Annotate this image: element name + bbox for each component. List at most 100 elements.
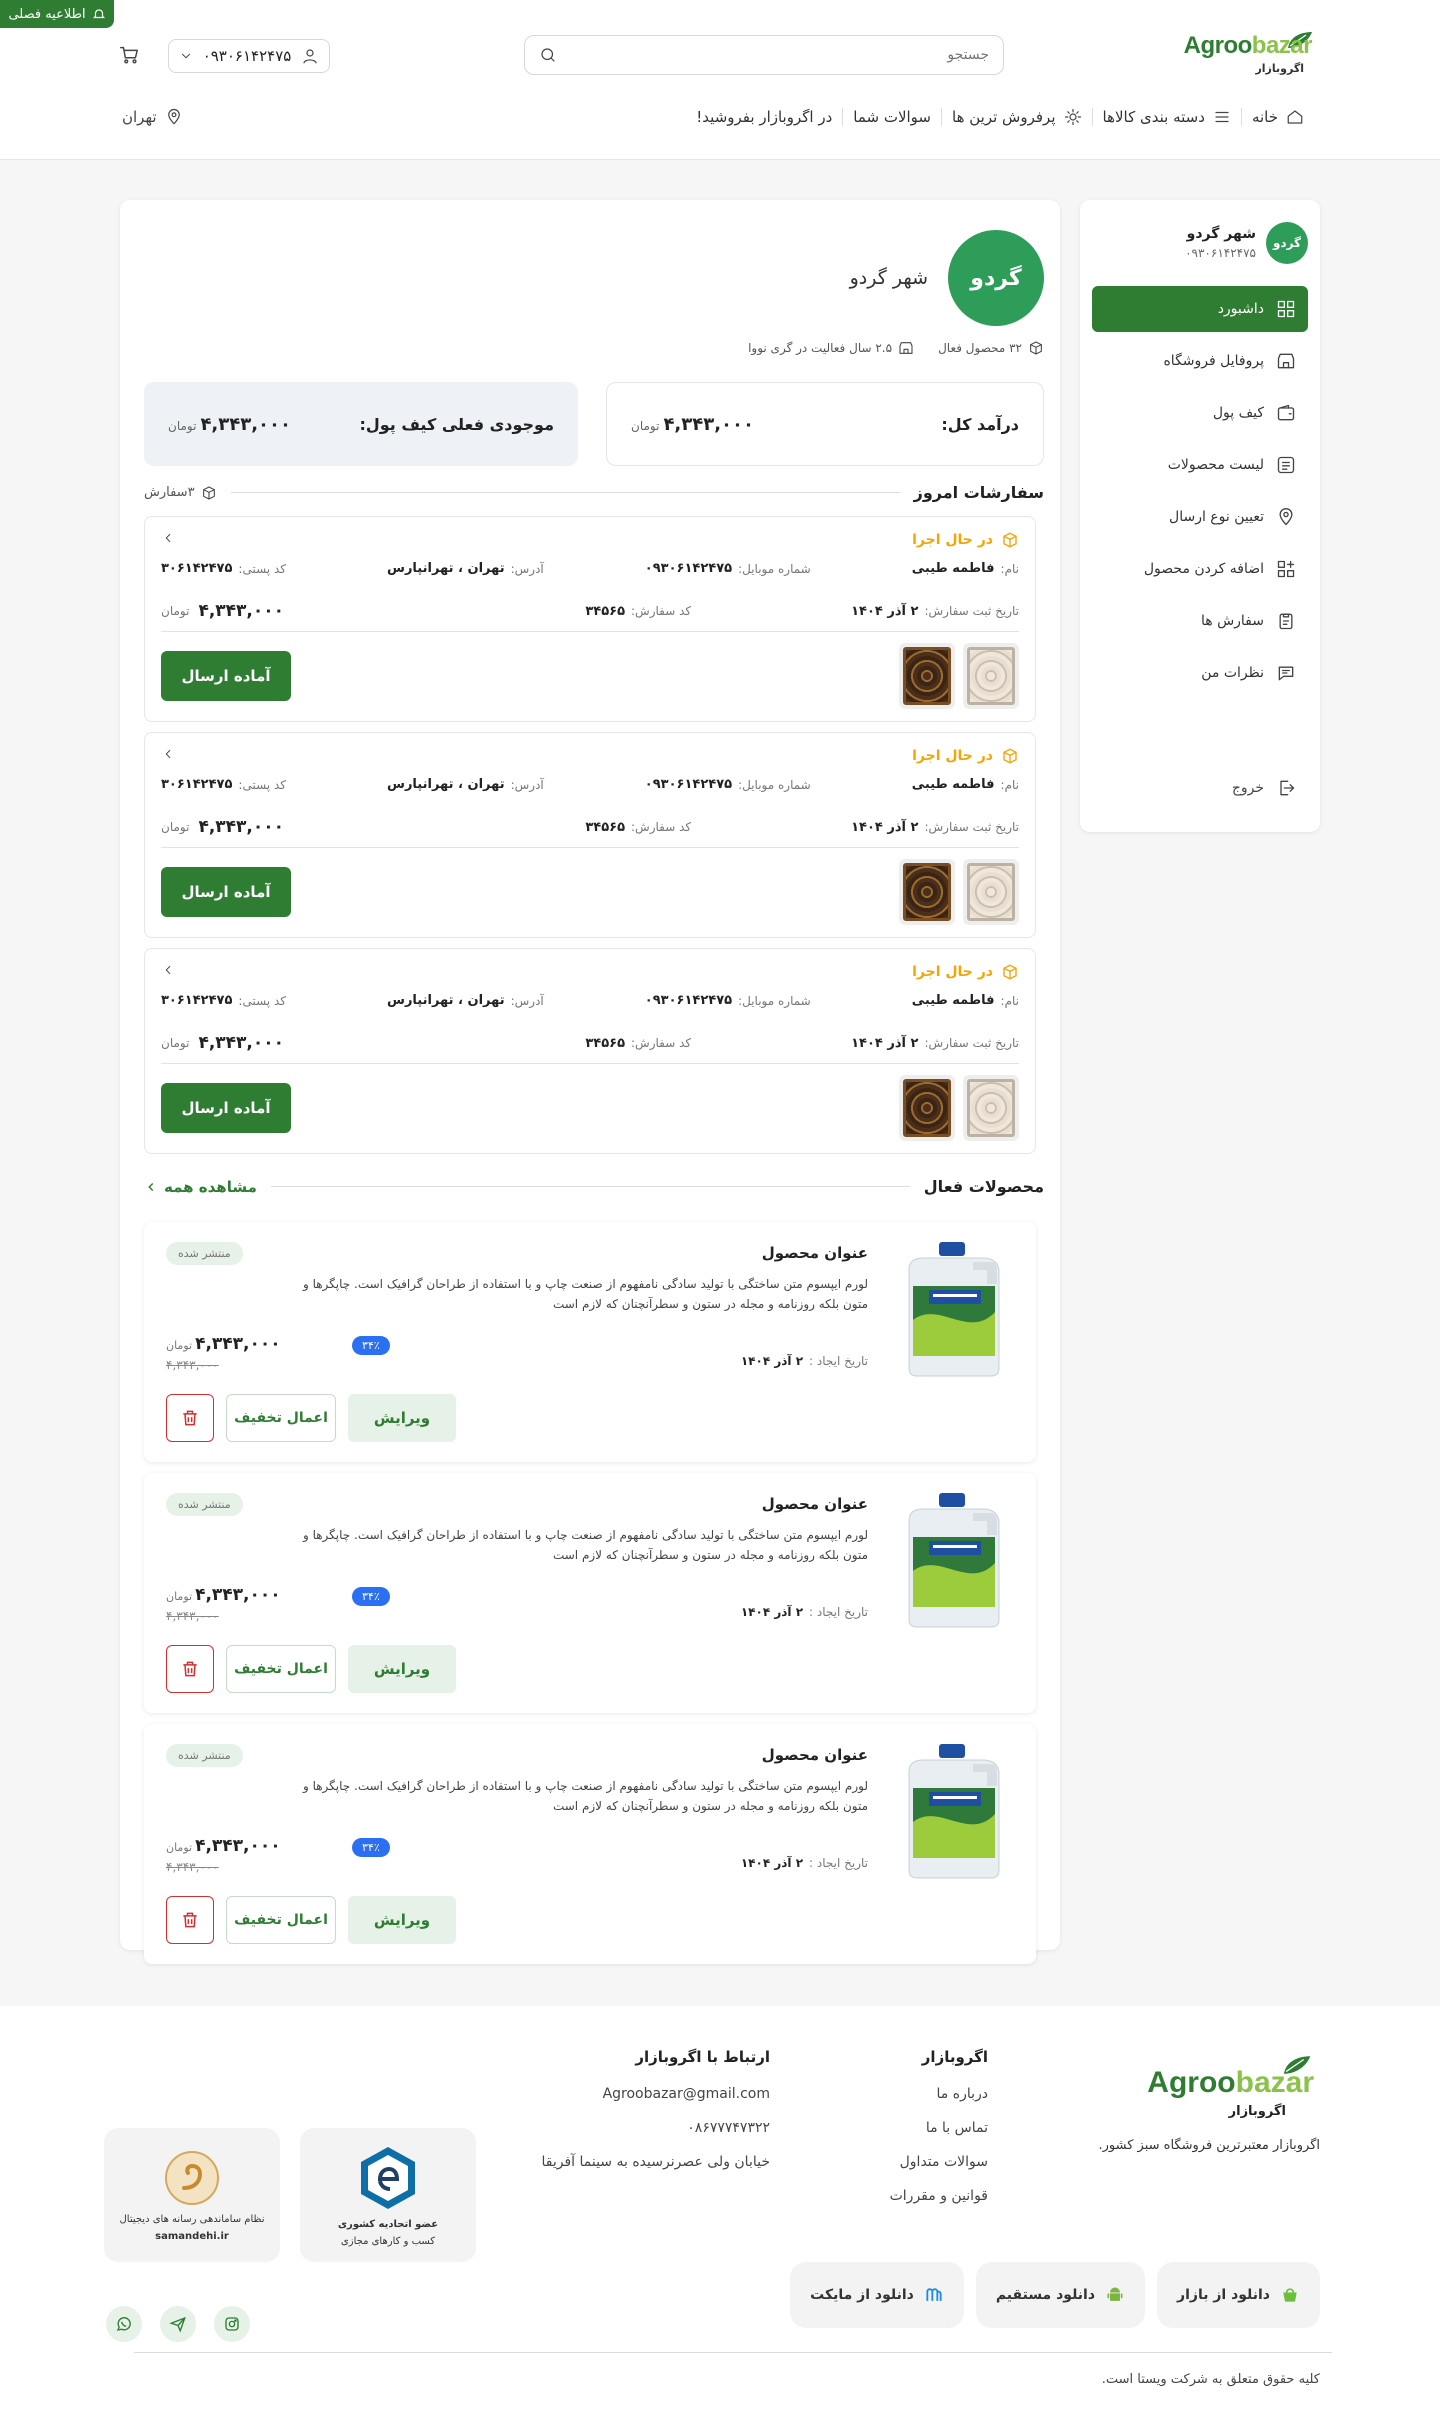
product-card[interactable]: عنوان محصول لورم ایپسوم متن ساختگی با تو… [144, 1724, 1036, 1964]
instagram-link[interactable] [214, 2306, 250, 2342]
apply-discount-button[interactable]: اعمال تخفیف [226, 1394, 336, 1442]
agroobazar-logo[interactable]: Agroobazar اگروبازار [1184, 30, 1314, 80]
bazaar-icon [1283, 2288, 1297, 2302]
download-direct-button[interactable]: دانلود مستقیم [975, 2262, 1146, 2328]
product-thumbnail[interactable] [963, 643, 1019, 709]
edit-product-button[interactable]: ویرایش [348, 1645, 456, 1693]
orders-count: ۳سفارش [144, 485, 217, 501]
footer-col-title: اگروبازار [921, 2048, 988, 2066]
footer-link-faq[interactable]: سوالات متداول [890, 2154, 988, 2170]
footer-logo[interactable]: Agroobazar اگروبازار [1147, 2056, 1314, 2122]
trash-icon [183, 1410, 197, 1426]
search-box[interactable] [524, 35, 1004, 75]
product-thumbnail[interactable] [963, 1075, 1019, 1141]
instagram-icon [225, 2317, 239, 2331]
footer-logo-text-fa: اگروبازار [1228, 2104, 1286, 2119]
order-customer: نام: فاطمه طیبی [911, 777, 1019, 792]
sidebar-item-add-product[interactable]: اضافه کردن محصول [1092, 546, 1308, 592]
delete-product-button[interactable] [166, 1394, 214, 1442]
nav-faq[interactable]: سوالات شما [842, 108, 941, 126]
download-myket-button[interactable]: دانلود از مایکت [790, 2262, 964, 2328]
sidebar-item-store-profile[interactable]: پروفایل فروشگاه [1092, 338, 1308, 384]
product-actions: اعمال تخفیف ویرایش [166, 1394, 456, 1442]
product-thumbnail[interactable] [899, 1075, 955, 1141]
footer-link-terms[interactable]: قوانین و مقررات [890, 2188, 988, 2204]
product-price: ۴,۳۴۳,۰۰۰تومان ۴,۳۴۳,۰۰۰ [166, 1334, 281, 1372]
footer-link-contact[interactable]: تماس با ما [890, 2120, 988, 2136]
product-thumbnail[interactable] [899, 1742, 1014, 1882]
sidebar-item-label: اضافه کردن محصول [1143, 561, 1264, 577]
order-customer: نام: فاطمه طیبی [911, 561, 1019, 576]
sidebar-item-comments[interactable]: نظرات من [1092, 650, 1308, 696]
ready-to-ship-button[interactable]: آماده ارسال [161, 1083, 291, 1133]
order-expand-button[interactable] [161, 531, 175, 545]
product-card[interactable]: عنوان محصول لورم ایپسوم متن ساختگی با تو… [144, 1222, 1036, 1462]
samandehi-badge[interactable]: نظام ساماندهی رسانه های دیجیتال samandeh… [104, 2128, 280, 2262]
footer-email[interactable]: Agroobazar@gmail.com [541, 2086, 770, 2102]
chevron-down-icon [182, 53, 190, 59]
order-expand-button[interactable] [161, 963, 175, 977]
shop-avatar: گردو [1266, 222, 1308, 264]
sidebar-item-dashboard[interactable]: داشبورد [1092, 286, 1308, 332]
sidebar-item-label: نظرات من [1201, 665, 1264, 681]
download-bazaar-button[interactable]: دانلود از بازار [1157, 2262, 1320, 2328]
store-icon [899, 342, 913, 354]
product-thumbnail[interactable] [963, 859, 1019, 925]
order-expand-button[interactable] [161, 747, 175, 761]
nav-categories[interactable]: دسته بندی کالاها [1091, 108, 1241, 126]
published-badge: منتشر شده [166, 1744, 243, 1767]
delete-product-button[interactable] [166, 1896, 214, 1944]
product-thumbnail[interactable] [899, 859, 955, 925]
badge-text: نظام ساماندهی رسانه های دیجیتال [119, 2214, 265, 2225]
cart-icon [120, 46, 138, 64]
city-selector[interactable]: تهران [122, 108, 183, 126]
dashboard-sidebar: گردو شهر گردو ۰۹۳۰۶۱۴۲۴۷۵ داشبورد پروفای… [1080, 200, 1320, 832]
search-input[interactable] [567, 47, 989, 63]
seasonal-notice-button[interactable]: اطلاعیه فصلی [0, 0, 114, 28]
old-price: ۴,۳۴۳,۰۰۰ [166, 1860, 219, 1874]
apply-discount-button[interactable]: اعمال تخفیف [226, 1645, 336, 1693]
enamad-badge[interactable]: عضو اتحادیه کشوری کسب و کارهای مجازی [300, 2128, 476, 2262]
nav-sell[interactable]: در اگروبازار بفروشید! [686, 108, 842, 126]
nav-label: در اگروبازار بفروشید! [696, 108, 833, 126]
product-thumbnail[interactable] [899, 1240, 1014, 1380]
order-card[interactable]: در حال اجرا نام: فاطمه طیبی شماره موبایل:… [144, 732, 1036, 938]
delete-product-button[interactable] [166, 1645, 214, 1693]
order-card[interactable]: در حال اجرا نام: فاطمه طیبی شماره موبایل:… [144, 516, 1036, 722]
product-image [908, 1744, 1000, 1879]
see-all-link[interactable]: مشاهده همه [144, 1178, 257, 1196]
order-card[interactable]: در حال اجرا نام: فاطمه طیبی شماره موبایل:… [144, 948, 1036, 1154]
sidebar-item-shipping-type[interactable]: تعیین نوع ارسال [1092, 494, 1308, 540]
sidebar-item-orders[interactable]: سفارش ها [1092, 598, 1308, 644]
sidebar-item-label: سفارش ها [1200, 613, 1264, 629]
notice-label: اطلاعیه فصلی [8, 6, 86, 22]
cart-button[interactable] [118, 44, 140, 66]
edit-product-button[interactable]: ویرایش [348, 1394, 456, 1442]
sidebar-item-products-list[interactable]: لیست محصولات [1092, 442, 1308, 488]
sidebar-item-wallet[interactable]: کیف پول [1092, 390, 1308, 436]
apply-discount-button[interactable]: اعمال تخفیف [226, 1896, 336, 1944]
nav-bestsellers[interactable]: پرفروش ترین ها [941, 108, 1092, 126]
telegram-link[interactable] [160, 2306, 196, 2342]
wallet-label: موجودی فعلی کیف پول: [359, 414, 554, 434]
whatsapp-link[interactable] [106, 2306, 142, 2342]
order-items [899, 643, 1019, 709]
edit-product-button[interactable]: ویرایش [348, 1896, 456, 1944]
order-status: در حال اجرا [912, 747, 1019, 765]
product-card[interactable]: عنوان محصول لورم ایپسوم متن ساختگی با تو… [144, 1473, 1036, 1713]
income-label: درآمد کل: [941, 414, 1019, 434]
nav-home[interactable]: خانه [1240, 108, 1314, 126]
active-products: ۳۲ محصول فعال [938, 340, 1044, 356]
footer-phone[interactable]: ۰۸۶۷۷۷۴۷۳۲۲ [541, 2120, 770, 2136]
footer-link-about[interactable]: درباره ما [890, 2086, 988, 2102]
ready-to-ship-button[interactable]: آماده ارسال [161, 651, 291, 701]
android-icon [1107, 2287, 1123, 2301]
user-account-dropdown[interactable]: ۰۹۳۰۶۱۴۲۴۷۵ [168, 39, 330, 73]
product-thumbnail[interactable] [899, 643, 955, 709]
product-thumbnail[interactable] [899, 1491, 1014, 1631]
order-price: ۴,۳۴۳,۰۰۰ تومان [161, 601, 284, 621]
income-value: ۴,۳۴۳,۰۰۰تومان [631, 413, 755, 435]
sidebar-item-label: لیست محصولات [1167, 457, 1264, 473]
ready-to-ship-button[interactable]: آماده ارسال [161, 867, 291, 917]
logout-button[interactable]: خروج [1232, 778, 1296, 798]
